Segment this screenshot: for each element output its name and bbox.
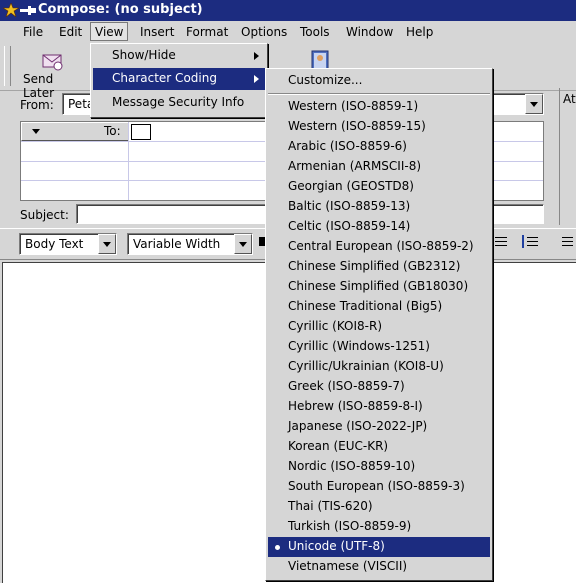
paragraph-style-select[interactable]: Body Text <box>19 233 117 255</box>
app-star-icon[interactable] <box>3 3 19 17</box>
submenu-arrow-icon <box>254 75 259 83</box>
charset-item[interactable]: Central European (ISO-8859-2) <box>268 237 490 257</box>
align-icon[interactable] <box>495 235 509 249</box>
security-info-label: Message Security Info <box>112 95 245 109</box>
charset-item[interactable]: Celtic (ISO-8859-14) <box>268 217 490 237</box>
charset-item-label: South European (ISO-8859-3) <box>288 479 465 493</box>
charset-item[interactable]: South European (ISO-8859-3) <box>268 477 490 497</box>
charset-item-label: Unicode (UTF-8) <box>288 539 385 553</box>
charset-item-label: Baltic (ISO-8859-13) <box>288 199 411 213</box>
paragraph-style-dropdown[interactable] <box>98 234 116 254</box>
font-select[interactable]: Variable Width <box>127 233 253 255</box>
menu-format[interactable]: Format <box>182 24 232 40</box>
charset-item-label: Armenian (ARMSCII-8) <box>288 159 422 173</box>
title-bar: Compose: (no subject) <box>0 0 576 21</box>
menu-edit[interactable]: Edit <box>55 24 86 40</box>
charset-item[interactable]: Western (ISO-8859-15) <box>268 117 490 137</box>
charset-customize[interactable]: Customize... <box>268 71 490 91</box>
menu-view[interactable]: View <box>90 22 129 41</box>
charset-item-label: Nordic (ISO-8859-10) <box>288 459 416 473</box>
paragraph-style-value: Body Text <box>25 237 84 251</box>
charset-item-label: Western (ISO-8859-1) <box>288 99 419 113</box>
charset-item[interactable]: Korean (EUC-KR) <box>268 437 490 457</box>
charset-item-label: Cyrillic/Ukrainian (KOI8-U) <box>288 359 444 373</box>
charset-item-label: Chinese Traditional (Big5) <box>288 299 443 313</box>
view-menu-security-info[interactable]: Message Security Info <box>93 92 265 114</box>
charset-item-label: Chinese Simplified (GB18030) <box>288 279 469 293</box>
charset-item-label: Cyrillic (KOI8-R) <box>288 319 383 333</box>
charset-item-label: Central European (ISO-8859-2) <box>288 239 474 253</box>
attachments-label: Att <box>563 92 576 106</box>
charset-item-label: Korean (EUC-KR) <box>288 439 389 453</box>
send-later-icon <box>42 54 63 71</box>
charset-item-label: Japanese (ISO-2022-JP) <box>288 419 428 433</box>
charset-item-label: Turkish (ISO-8859-9) <box>288 519 412 533</box>
menu-insert[interactable]: Insert <box>136 24 178 40</box>
to-type-dropdown[interactable]: To: <box>21 122 129 141</box>
subject-label: Subject: <box>20 208 69 222</box>
from-dropdown-button[interactable] <box>525 94 543 114</box>
charset-item-label: Hebrew (ISO-8859-8-I) <box>288 399 423 413</box>
menu-window[interactable]: Window <box>342 24 397 40</box>
view-menu-show-hide[interactable]: Show/Hide <box>93 45 265 67</box>
charset-item[interactable]: Cyrillic (Windows-1251) <box>268 337 490 357</box>
charset-item-label: Thai (TIS-620) <box>288 499 373 513</box>
menu-help[interactable]: Help <box>402 24 437 40</box>
numbered-list-icon[interactable] <box>522 235 538 249</box>
attachments-pane[interactable]: Att <box>559 88 576 225</box>
charset-item-label: Greek (ISO-8859-7) <box>288 379 405 393</box>
charset-item[interactable]: Chinese Simplified (GB2312) <box>268 257 490 277</box>
font-value: Variable Width <box>133 237 221 251</box>
charset-item[interactable]: Greek (ISO-8859-7) <box>268 377 490 397</box>
charset-item-label: Celtic (ISO-8859-14) <box>288 219 411 233</box>
charset-item[interactable]: Baltic (ISO-8859-13) <box>268 197 490 217</box>
charset-item[interactable]: Japanese (ISO-2022-JP) <box>268 417 490 437</box>
radio-bullet-icon <box>275 545 280 550</box>
charset-item[interactable]: Arabic (ISO-8859-6) <box>268 137 490 157</box>
charset-item-label: Vietnamese (VISCII) <box>288 559 408 573</box>
charset-item-label: Western (ISO-8859-15) <box>288 119 426 133</box>
charset-item[interactable]: Hebrew (ISO-8859-8-I) <box>268 397 490 417</box>
charset-item[interactable]: Cyrillic/Ukrainian (KOI8-U) <box>268 357 490 377</box>
charset-item[interactable]: Chinese Traditional (Big5) <box>268 297 490 317</box>
charset-item[interactable]: Vietnamese (VISCII) <box>268 557 490 577</box>
pin-icon[interactable] <box>20 6 36 15</box>
charset-item-label: Georgian (GEOSTD8) <box>288 179 414 193</box>
charset-item[interactable]: Armenian (ARMSCII-8) <box>268 157 490 177</box>
charset-item[interactable]: Unicode (UTF-8) <box>268 537 490 557</box>
charset-item-label: Cyrillic (Windows-1251) <box>288 339 430 353</box>
charset-item-label: Arabic (ISO-8859-6) <box>288 139 407 153</box>
menu-tools[interactable]: Tools <box>296 24 334 40</box>
charset-item[interactable]: Nordic (ISO-8859-10) <box>268 457 490 477</box>
toolbar-grip[interactable] <box>4 46 11 86</box>
customize-label: Customize... <box>288 73 363 87</box>
submenu-arrow-icon <box>254 52 259 60</box>
to-label: To: <box>104 124 121 138</box>
menu-options[interactable]: Options <box>237 24 291 40</box>
view-menu: Show/Hide Character Coding Message Secur… <box>90 43 268 118</box>
address-card-icon <box>131 124 151 140</box>
indent-icon[interactable] <box>556 235 574 249</box>
character-coding-menu: Customize... Western (ISO-8859-1) Western… <box>265 68 493 581</box>
menu-separator <box>268 93 490 95</box>
from-label: From: <box>20 98 54 112</box>
charset-item[interactable]: Thai (TIS-620) <box>268 497 490 517</box>
font-dropdown[interactable] <box>234 234 252 254</box>
view-menu-character-coding[interactable]: Character Coding <box>93 68 265 90</box>
charset-item-label: Chinese Simplified (GB2312) <box>288 259 461 273</box>
charset-item[interactable]: Western (ISO-8859-1) <box>268 97 490 117</box>
window-title: Compose: (no subject) <box>38 2 203 17</box>
menu-bar: File Edit View Insert Format Options Too… <box>0 21 576 45</box>
charset-item[interactable]: Turkish (ISO-8859-9) <box>268 517 490 537</box>
show-hide-label: Show/Hide <box>112 48 176 62</box>
send-later-button[interactable]: Send Later <box>16 47 88 100</box>
charset-item[interactable]: Georgian (GEOSTD8) <box>268 177 490 197</box>
charset-item[interactable]: Cyrillic (KOI8-R) <box>268 317 490 337</box>
charset-item[interactable]: Chinese Simplified (GB18030) <box>268 277 490 297</box>
character-coding-label: Character Coding <box>112 71 217 85</box>
menu-file[interactable]: File <box>19 24 47 40</box>
